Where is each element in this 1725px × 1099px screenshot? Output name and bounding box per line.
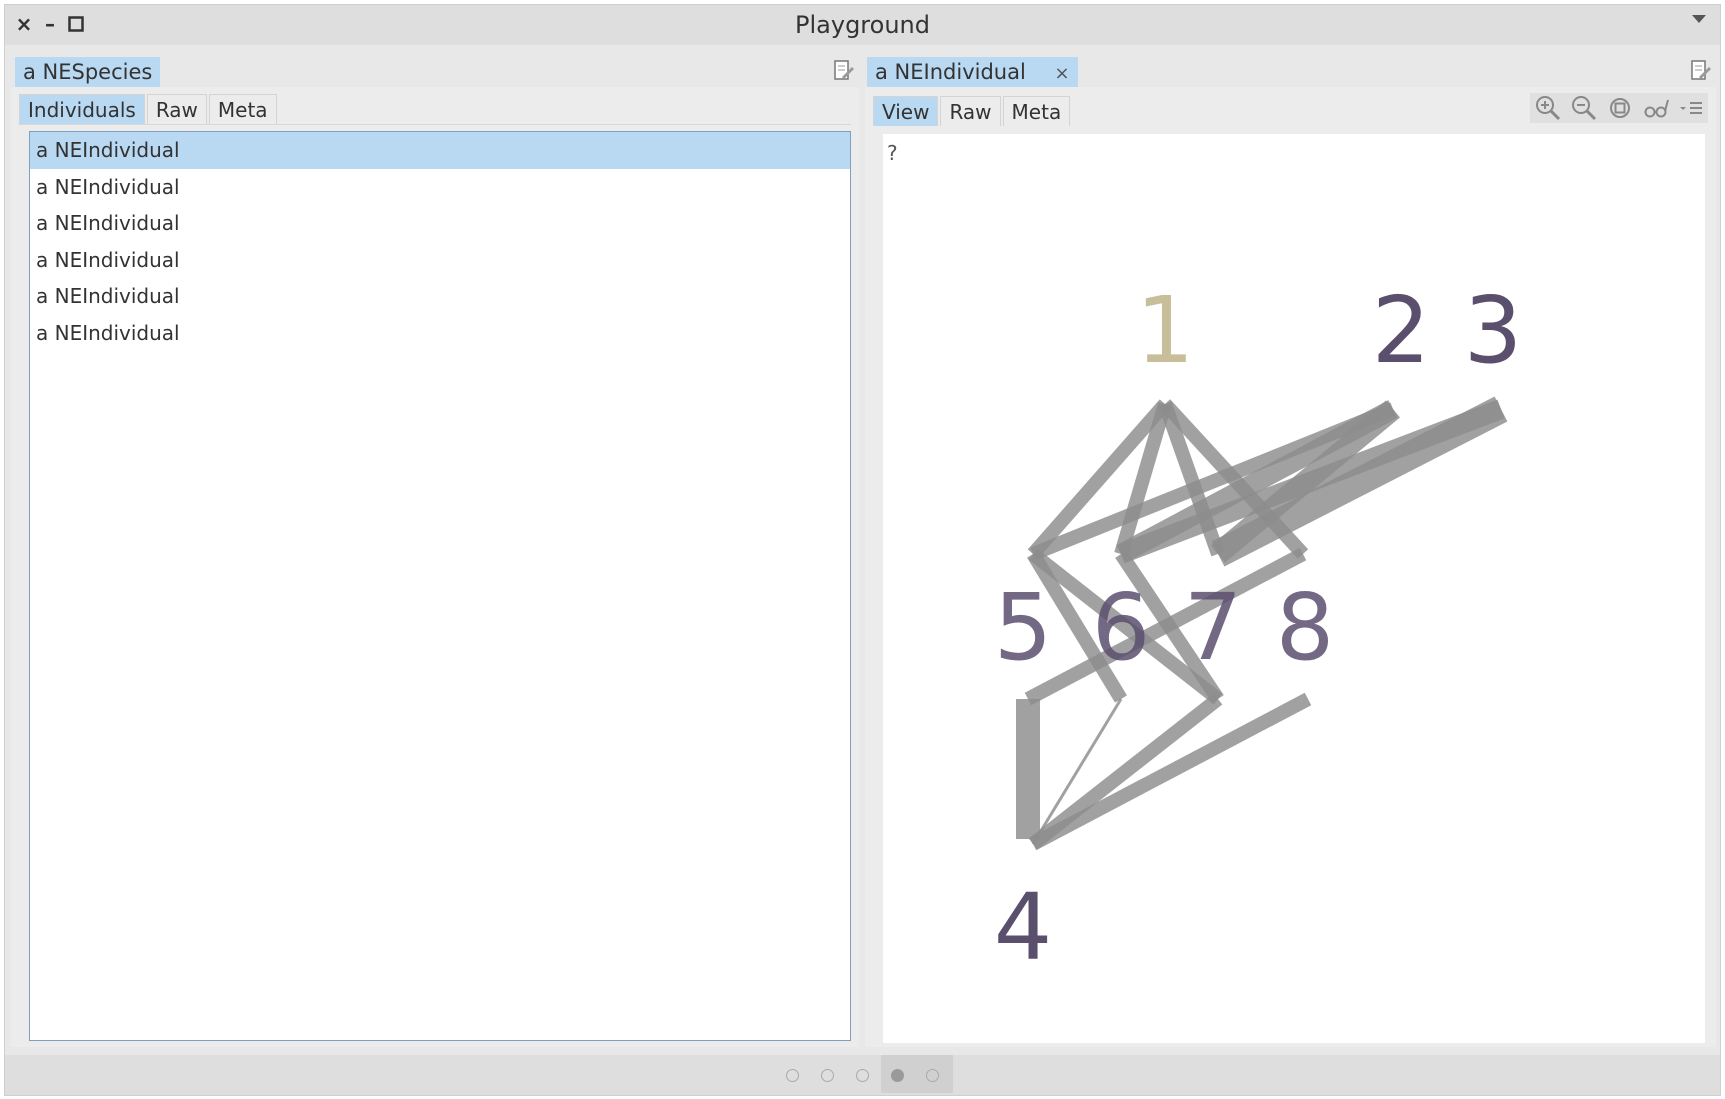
view-marker: ? bbox=[887, 141, 898, 165]
species-tab[interactable]: a NESpecies bbox=[15, 57, 161, 87]
individual-pane: a NEIndividual × View Raw Meta ? 1 2 3 4… bbox=[865, 57, 1716, 1047]
zoom-in-icon[interactable] bbox=[1534, 94, 1562, 122]
title-bar: × – Playground bbox=[5, 5, 1720, 45]
species-pane: a NESpecies Individuals Raw Meta a NEInd… bbox=[11, 57, 859, 1047]
individual-subtabs: View Raw Meta bbox=[873, 96, 1072, 126]
tab-meta[interactable]: Meta bbox=[1002, 96, 1071, 126]
window-title: Playground bbox=[795, 11, 930, 39]
fit-icon[interactable] bbox=[1606, 94, 1634, 122]
close-tab-icon[interactable]: × bbox=[1054, 63, 1069, 84]
page-dot[interactable] bbox=[926, 1069, 939, 1082]
page-indicator bbox=[5, 1065, 1720, 1087]
edit-icon[interactable] bbox=[1690, 59, 1712, 83]
graph-node-1[interactable]: 1 bbox=[1136, 277, 1195, 384]
network-graph: ? 1 2 3 4 5 6 7 8 bbox=[887, 141, 1523, 981]
window-menu-icon[interactable] bbox=[1692, 15, 1706, 23]
status-bar bbox=[5, 1055, 1720, 1095]
graph-node-5[interactable]: 5 bbox=[994, 574, 1053, 681]
individual-pane-body: View Raw Meta ? 1 2 3 4 5 6 7 8 bbox=[865, 87, 1716, 1047]
tab-raw[interactable]: Raw bbox=[940, 96, 1001, 126]
playground-window: × – Playground a NESpecies Individuals R… bbox=[4, 4, 1721, 1096]
glasses-icon[interactable] bbox=[1642, 94, 1670, 122]
page-dot[interactable] bbox=[821, 1069, 834, 1082]
edit-icon[interactable] bbox=[833, 59, 855, 83]
list-item[interactable]: a NEIndividual bbox=[30, 278, 850, 315]
graph-node-2[interactable]: 2 bbox=[1372, 277, 1431, 384]
list-item[interactable]: a NEIndividual bbox=[30, 132, 850, 169]
list-item[interactable]: a NEIndividual bbox=[30, 242, 850, 279]
graph-node-4[interactable]: 4 bbox=[994, 874, 1053, 981]
tab-raw[interactable]: Raw bbox=[146, 94, 207, 124]
view-toolbar bbox=[1530, 93, 1708, 123]
tab-divider bbox=[19, 124, 851, 125]
individual-tab-label: a NEIndividual bbox=[875, 60, 1026, 84]
page-dot[interactable] bbox=[786, 1069, 799, 1082]
graph-node-6[interactable]: 6 bbox=[1092, 574, 1151, 681]
zoom-out-icon[interactable] bbox=[1570, 94, 1598, 122]
individuals-list[interactable]: a NEIndividual a NEIndividual a NEIndivi… bbox=[29, 131, 851, 1041]
list-item[interactable]: a NEIndividual bbox=[30, 205, 850, 242]
tab-meta[interactable]: Meta bbox=[208, 94, 277, 124]
page-dot-active[interactable] bbox=[891, 1069, 904, 1082]
list-item[interactable]: a NEIndividual bbox=[30, 169, 850, 206]
species-tab-label: a NESpecies bbox=[23, 60, 153, 84]
tab-individuals[interactable]: Individuals bbox=[19, 94, 145, 124]
species-subtabs: Individuals Raw Meta bbox=[19, 94, 279, 124]
graph-node-3[interactable]: 3 bbox=[1464, 277, 1523, 384]
graph-canvas[interactable]: ? 1 2 3 4 5 6 7 8 bbox=[883, 134, 1705, 1043]
individual-tab[interactable]: a NEIndividual × bbox=[867, 57, 1078, 87]
tab-view[interactable]: View bbox=[873, 96, 939, 126]
page-dot[interactable] bbox=[856, 1069, 869, 1082]
graph-node-8[interactable]: 8 bbox=[1276, 574, 1335, 681]
graph-node-7[interactable]: 7 bbox=[1184, 574, 1243, 681]
menu-icon[interactable] bbox=[1678, 94, 1704, 122]
list-item[interactable]: a NEIndividual bbox=[30, 315, 850, 352]
graph-edge bbox=[1029, 692, 1312, 851]
species-pane-body: Individuals Raw Meta a NEIndividual a NE… bbox=[11, 87, 859, 1047]
